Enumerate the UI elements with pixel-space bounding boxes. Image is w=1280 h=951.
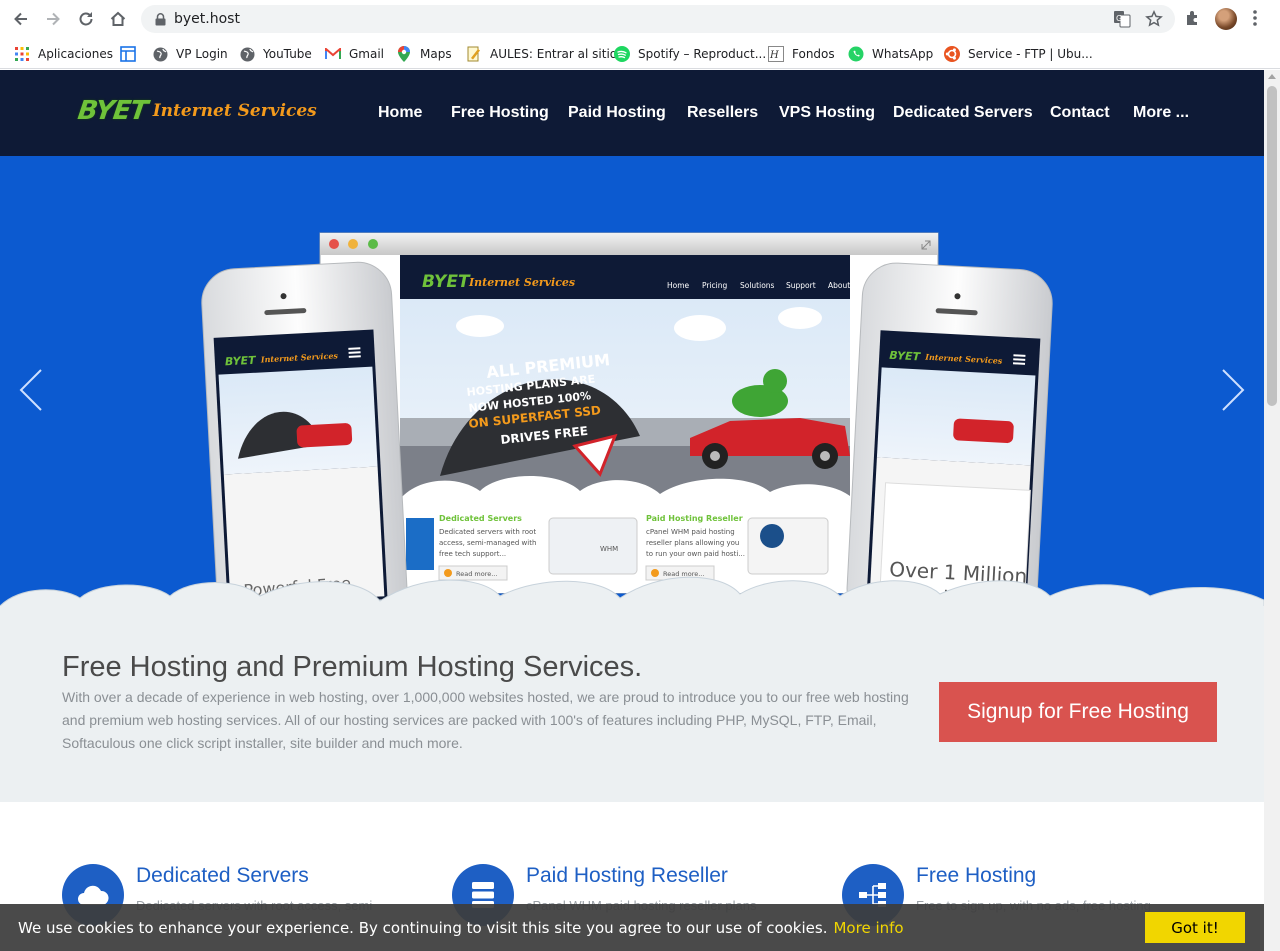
nav-contact[interactable]: Contact — [1050, 104, 1110, 122]
reload-icon[interactable] — [75, 8, 97, 30]
cookie-text: We use cookies to enhance your experienc… — [18, 919, 904, 937]
card-2-text: cPanel WHM paid hosting reseller plans al… — [646, 528, 745, 558]
pencil-icon — [466, 46, 482, 62]
window-nav-support: Support — [786, 281, 816, 290]
bookmark-whatsapp[interactable]: WhatsApp — [848, 43, 933, 65]
logo-mark: BYET — [75, 96, 149, 126]
profile-avatar[interactable] — [1215, 8, 1237, 30]
site-header: BYET Internet Services Home Free Hosting… — [0, 70, 1264, 156]
card-1-button: Read more... — [456, 570, 497, 578]
globe-icon — [152, 46, 168, 62]
bookmark-label: Aplicaciones — [38, 47, 113, 61]
window-nav-solutions: Solutions — [740, 281, 775, 290]
bookmark-label: Gmail — [349, 47, 385, 61]
nav-dedicated-servers[interactable]: Dedicated Servers — [893, 104, 1033, 122]
cookie-message: We use cookies to enhance your experienc… — [18, 919, 828, 937]
cookie-banner: We use cookies to enhance your experienc… — [0, 904, 1264, 951]
nav-free-hosting[interactable]: Free Hosting — [451, 104, 549, 122]
bookmark-service-ftp[interactable]: Service - FTP | Ubu... — [944, 43, 1093, 65]
spotify-icon — [614, 46, 630, 62]
card-2-logo-text: WHM — [600, 545, 618, 553]
bookmark-aules[interactable]: AULES: Entrar al sitio — [466, 43, 617, 65]
window-logo-mark: BYET — [422, 272, 471, 292]
ubuntu-icon — [944, 46, 960, 62]
bookmark-gmail[interactable]: Gmail — [325, 43, 384, 65]
bookmark-label: WhatsApp — [872, 47, 934, 61]
bookmark-label: Maps — [420, 47, 452, 61]
carousel-next-icon[interactable] — [1220, 368, 1246, 417]
web-page: BYET Internet Services Home Free Hosting… — [0, 70, 1264, 951]
card-1-title: Dedicated Servers — [439, 514, 522, 523]
scrollbar-thumb[interactable] — [1267, 86, 1277, 406]
forward-icon[interactable] — [42, 8, 64, 30]
cookie-more-info-link[interactable]: More info — [833, 919, 903, 937]
feature-title[interactable]: Dedicated Servers — [136, 864, 309, 888]
svg-text:G: G — [1116, 14, 1122, 23]
svg-text:BYET: BYET — [225, 354, 258, 369]
back-icon[interactable] — [10, 8, 32, 30]
nav-paid-hosting[interactable]: Paid Hosting — [568, 104, 666, 122]
maps-pin-icon — [396, 46, 412, 62]
gmail-icon — [325, 46, 341, 62]
globe-icon — [239, 46, 255, 62]
window-logo-tagline: Internet Services — [468, 276, 575, 289]
window-nav-pricing: Pricing — [702, 281, 728, 290]
panel-icon — [120, 46, 136, 62]
carousel-prev-icon[interactable] — [18, 368, 44, 417]
url-text[interactable]: byet.host — [174, 11, 240, 27]
address-bar[interactable]: byet.host G — [141, 5, 1175, 33]
bookmark-maps[interactable]: Maps — [396, 43, 452, 65]
window-nav-home: Home — [667, 281, 690, 290]
bookmark-label: AULES: Entrar al sitio — [490, 47, 618, 61]
bookmark-label: Spotify – Reproduct... — [638, 47, 767, 61]
fondos-icon: H — [768, 46, 784, 62]
nav-vps-hosting[interactable]: VPS Hosting — [779, 104, 875, 122]
hero-carousel: BYET Internet Services Home Pricing Solu… — [0, 156, 1264, 616]
intro-section: Free Hosting and Premium Hosting Service… — [0, 606, 1264, 802]
window-nav-about: About — [828, 281, 850, 290]
nav-home[interactable]: Home — [378, 104, 422, 122]
bookmark-aplicaciones[interactable]: Aplicaciones — [14, 43, 113, 65]
scroll-up-icon[interactable] — [1268, 74, 1276, 79]
extensions-icon[interactable] — [1184, 9, 1202, 32]
bookmark-label: YouTube — [263, 47, 312, 61]
svg-text:BYET: BYET — [889, 349, 922, 364]
bookmark-label: Service - FTP | Ubu... — [968, 47, 1093, 61]
nav-more[interactable]: More ... — [1133, 104, 1189, 122]
bookmarks-bar: Aplicaciones VP Login YouTube Gmail Maps… — [0, 38, 1280, 69]
nav-resellers[interactable]: Resellers — [687, 104, 758, 122]
whatsapp-icon — [848, 46, 864, 62]
intro-body: With over a decade of experience in web … — [62, 689, 909, 751]
card-2-title: Paid Hosting Reseller — [646, 514, 743, 523]
bookmark-panel[interactable] — [120, 43, 144, 65]
translate-icon[interactable]: G — [1113, 10, 1131, 33]
cookie-accept-button[interactable]: Got it! — [1145, 912, 1245, 943]
star-icon[interactable] — [1145, 9, 1163, 33]
hero-illustration: BYET Internet Services Home Pricing Solu… — [0, 232, 1264, 616]
browser-toolbar: byet.host G — [0, 0, 1280, 38]
card-2-button: Read more... — [663, 570, 704, 578]
site-logo[interactable]: BYET Internet Services — [75, 96, 317, 126]
signup-free-hosting-button[interactable]: Signup for Free Hosting — [939, 682, 1217, 742]
intro-title: Free Hosting and Premium Hosting Service… — [62, 651, 643, 683]
logo-tagline: Internet Services — [152, 101, 317, 121]
bookmark-label: Fondos — [792, 47, 835, 61]
svg-text:H: H — [769, 50, 779, 61]
lock-icon — [155, 13, 166, 31]
bookmark-youtube[interactable]: YouTube — [239, 43, 312, 65]
home-icon[interactable] — [107, 8, 129, 30]
bookmark-fondos[interactable]: H Fondos — [768, 43, 835, 65]
menu-icon[interactable] — [1252, 9, 1258, 32]
feature-title[interactable]: Free Hosting — [916, 864, 1036, 888]
page-scrollbar[interactable] — [1264, 70, 1280, 951]
bookmark-spotify[interactable]: Spotify – Reproduct... — [614, 43, 766, 65]
apps-grid-icon — [14, 46, 30, 62]
feature-title[interactable]: Paid Hosting Reseller — [526, 864, 728, 888]
bookmark-vp-login[interactable]: VP Login — [152, 43, 228, 65]
bookmark-label: VP Login — [176, 47, 228, 61]
